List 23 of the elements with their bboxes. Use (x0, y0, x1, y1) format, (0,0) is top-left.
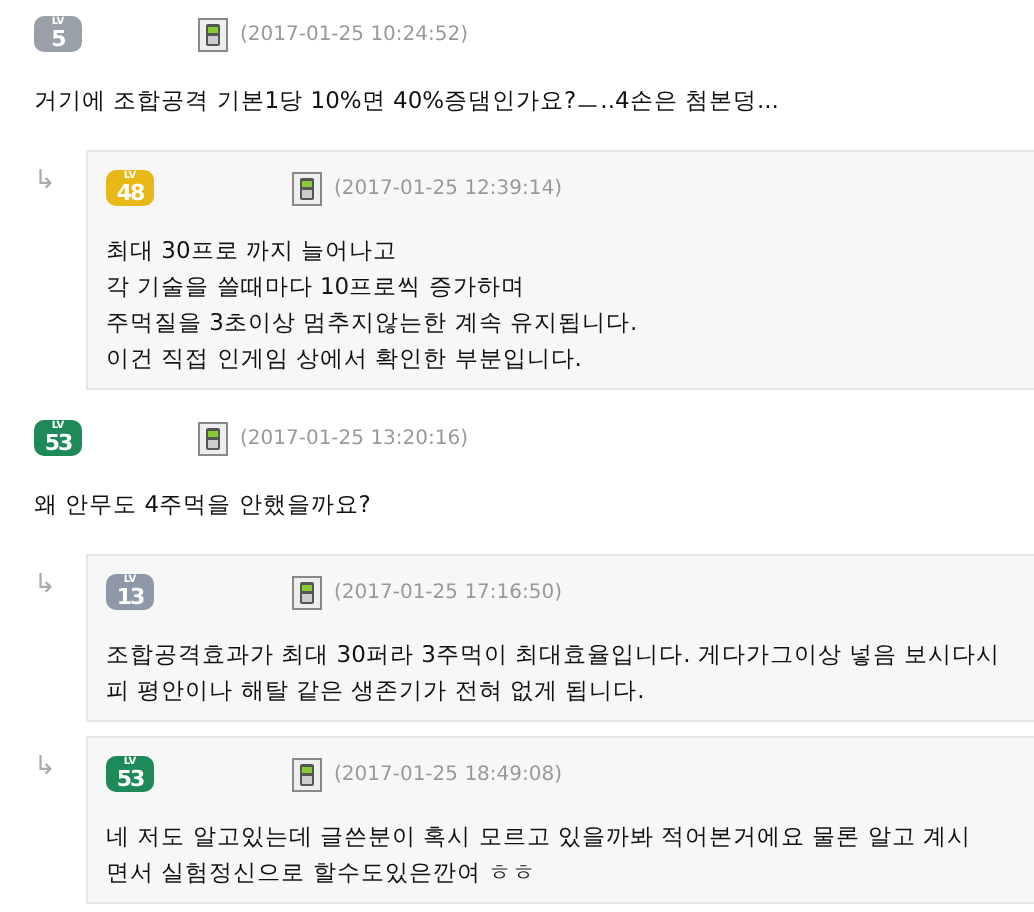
phone-icon (198, 421, 228, 455)
comment-text: 면서 실험정신으로 할수도있은깐여 ㅎㅎ (106, 856, 538, 890)
reply-arrow: ↳ (32, 164, 58, 196)
phone-icon (292, 171, 322, 205)
reply-arrow: ↳ (32, 568, 58, 600)
timestamp: (2017-01-25 12:39:14) (334, 177, 563, 199)
comment-text: 피 평안이나 해탈 같은 생존기가 전혀 없게 됩니다. (106, 674, 647, 708)
timestamp: (2017-01-25 13:20:16) (240, 427, 469, 449)
comment-text: 이건 직접 인게임 상에서 확인한 부분입니다. (106, 342, 584, 376)
timestamp: (2017-01-25 17:16:50) (334, 581, 563, 603)
comment-text: 네 저도 알고있는데 글쓴분이 혹시 모르고 있을까봐 적어본거에요 물론 알고 계시 (106, 820, 974, 854)
comment-text: 왜 안무도 4주먹을 안했을까요? (34, 488, 373, 522)
reply-arrow: ↳ (32, 750, 58, 782)
comment-text: 최대 30프로 까지 늘어나고 (106, 234, 400, 268)
comment-text: 주먹질을 3초이상 멈추지않는한 계속 유지됩니다. (106, 306, 640, 340)
phone-icon (292, 757, 322, 791)
timestamp: (2017-01-25 10:24:52) (240, 23, 469, 45)
phone-icon (198, 17, 228, 51)
comment-text: 조합공격효과가 최대 30퍼라 3주먹이 최대효율입니다. 게다가그이상 넣음 보시다시 (106, 638, 1003, 672)
comment-text: 각 기술을 쓸때마다 10프로씩 증가하며 (106, 270, 527, 304)
timestamp: (2017-01-25 18:49:08) (334, 763, 563, 785)
phone-icon (292, 575, 322, 609)
comment-text: 거기에 조합공격 기본1당 10%면 40%증댐인가요?ㅡ..4손은 첨본덩... (34, 84, 781, 118)
